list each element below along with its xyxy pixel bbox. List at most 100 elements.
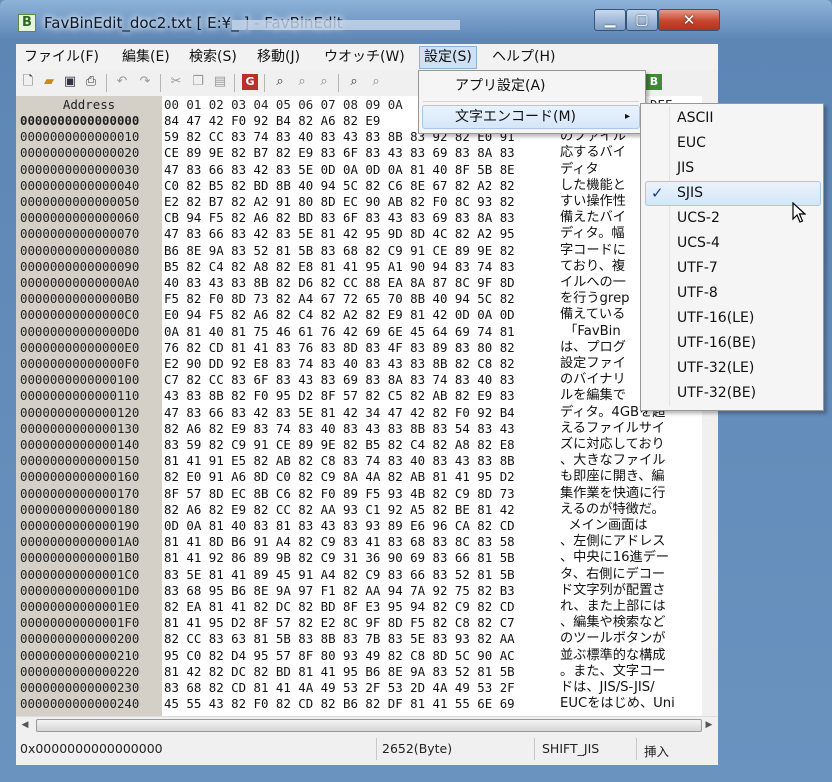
row-text[interactable]: 、中央に16進デー [560, 550, 669, 566]
row-text[interactable]: した機能と [560, 178, 626, 194]
row-hex[interactable]: E2 82 B7 82 A2 91 80 8D EC 90 AB 82 F0 8… [164, 194, 515, 210]
row-text[interactable]: メイン画面は [560, 518, 647, 534]
row-text[interactable]: 備えたバイ [560, 210, 626, 226]
row-hex[interactable]: B6 8E 9A 83 52 81 5B 83 68 82 C9 91 CE 8… [164, 243, 515, 259]
row-hex[interactable]: 81 41 8D B6 91 A4 82 C9 83 41 83 68 83 8… [164, 534, 515, 550]
menu-edit[interactable]: 編集(E) [118, 47, 174, 68]
table-row[interactable]: 0000000000000020 CE 89 9E 82 B7 82 E9 83 … [16, 145, 718, 161]
zoom2-icon[interactable]: ⌕ [368, 74, 384, 90]
zoom-icon[interactable]: ⌕ [346, 74, 362, 90]
row-hex[interactable]: 47 83 66 83 42 83 5E 81 42 34 47 42 82 F… [164, 405, 515, 421]
table-row[interactable]: 00000000000000F0 E2 90 DD 92 E8 83 74 83 … [16, 356, 718, 372]
table-row[interactable]: 0000000000000210 95 C0 82 D4 95 57 8F 80 … [16, 648, 718, 664]
row-text[interactable]: は、プログ [560, 340, 626, 356]
menu-move[interactable]: 移動(J) [253, 47, 304, 68]
table-row[interactable]: 00000000000001E0 82 EA 81 41 82 DC 82 BD … [16, 599, 718, 615]
menu-app-settings[interactable]: アプリ設定(A) [455, 74, 546, 98]
menu-watch[interactable]: ウオッチ(W) [320, 47, 409, 68]
encoding-utf32be[interactable]: UTF-32(BE) [677, 381, 756, 405]
table-row[interactable]: 0000000000000200 82 CC 83 63 81 5B 83 8B … [16, 631, 718, 647]
row-text[interactable]: のツールボタンが [560, 631, 666, 647]
row-hex[interactable]: 45 55 43 82 F0 82 CD 82 B6 82 DF 81 41 5… [164, 696, 515, 712]
row-hex[interactable]: 81 41 92 86 89 9B 82 C9 31 36 90 69 83 6… [164, 550, 515, 566]
row-hex[interactable]: 82 A6 82 E9 82 CC 82 AA 93 C1 92 A5 82 B… [164, 502, 515, 518]
table-row[interactable]: 0000000000000130 82 A6 82 E9 83 74 83 40 … [16, 421, 718, 437]
row-text[interactable]: ドは、JIS/S-JIS/ [560, 680, 655, 696]
row-text[interactable]: すい操作性 [560, 194, 626, 210]
table-row[interactable]: 00000000000000A0 40 83 43 83 8B 82 D6 82 … [16, 275, 718, 291]
row-text[interactable]: 、編集や検索など [560, 615, 666, 631]
row-text[interactable]: イルへの一 [560, 275, 626, 291]
encoding-euc[interactable]: EUC [677, 131, 706, 155]
row-hex[interactable]: F5 82 F0 8D 73 82 A4 67 72 65 70 8B 40 9… [164, 291, 515, 307]
row-hex[interactable]: 82 EA 81 41 82 DC 82 BD 8F E3 95 94 82 C… [164, 599, 515, 615]
encoding-jis[interactable]: JIS [677, 156, 694, 180]
row-text[interactable]: 備えている [560, 307, 625, 323]
row-hex[interactable]: 84 47 42 F0 92 B4 82 A6 82 E9 [164, 113, 380, 129]
table-row[interactable]: 0000000000000230 83 68 82 CD 81 41 4A 49 … [16, 680, 718, 696]
row-hex[interactable]: 81 41 91 E5 82 AB 82 C8 83 74 83 40 83 4… [164, 453, 515, 469]
table-row[interactable]: 00000000000001C0 83 5E 81 41 89 45 91 A4 … [16, 567, 718, 583]
row-text[interactable]: ド文字列が配置さ [560, 583, 666, 599]
close-button[interactable]: ✕ [658, 9, 720, 31]
row-text[interactable]: ており、複 [560, 259, 625, 275]
row-text[interactable]: 並ぶ標準的な構成 [560, 648, 666, 664]
row-text[interactable]: えるファイルサイ [560, 421, 665, 437]
row-hex[interactable]: 82 CC 83 63 81 5B 83 8B 83 7B 83 5E 83 9… [164, 631, 515, 647]
row-text[interactable]: 集作業を快適に行 [560, 486, 666, 502]
row-hex[interactable]: 40 83 43 83 8B 82 D6 82 CC 88 EA 8A 87 8… [164, 275, 515, 291]
encoding-ascii[interactable]: ASCII [677, 106, 714, 130]
print-icon[interactable]: ⎙ [83, 74, 99, 90]
table-row[interactable]: 0000000000000090 B5 82 C4 82 A8 82 E8 81 … [16, 259, 718, 275]
table-row[interactable]: 0000000000000240 45 55 43 82 F0 82 CD 82 … [16, 696, 718, 712]
encoding-utf8[interactable]: UTF-8 [677, 281, 718, 305]
row-text[interactable]: 字コードに [560, 243, 626, 259]
table-row[interactable]: 00000000000000E0 76 82 CD 81 41 83 76 83 … [16, 340, 718, 356]
row-hex[interactable]: 0A 81 40 81 75 46 61 76 42 69 6E 45 64 6… [164, 324, 515, 340]
table-row[interactable]: 0000000000000100 C7 82 CC 83 6F 83 43 83 … [16, 372, 718, 388]
menu-help[interactable]: ヘルプ(H) [488, 47, 559, 68]
table-row[interactable]: 0000000000000140 83 59 82 C9 91 CE 89 9E … [16, 437, 718, 453]
goto-icon[interactable]: G [242, 74, 258, 90]
row-hex[interactable]: 0D 0A 81 40 83 81 83 43 83 93 89 E6 96 C… [164, 518, 515, 534]
menu-file[interactable]: ファイル(F) [20, 47, 103, 68]
scroll-right-icon[interactable]: ▶ [702, 719, 716, 732]
table-row[interactable]: 0000000000000160 82 E0 91 A6 8D C0 82 C9 … [16, 469, 718, 485]
horizontal-scrollbar[interactable]: ◀ ▶ [16, 716, 718, 734]
row-text[interactable]: えるのが特徴だ。 [560, 502, 665, 518]
table-row[interactable]: 00000000000000B0 F5 82 F0 8D 73 82 A4 67 … [16, 291, 718, 307]
row-text[interactable]: 、左側にアドレス [560, 534, 666, 550]
row-hex[interactable]: B5 82 C4 82 A8 82 E8 81 41 95 A1 90 94 8… [164, 259, 515, 275]
table-row[interactable]: 00000000000001D0 83 68 95 B6 8E 9A 97 F1 … [16, 583, 718, 599]
row-text[interactable]: のバイナリ [560, 372, 626, 388]
table-row[interactable]: 00000000000001F0 81 41 95 D2 8F 57 82 E2 … [16, 615, 718, 631]
table-row[interactable]: 00000000000000C0 E0 94 F5 82 A6 82 C4 82 … [16, 307, 718, 323]
paste-icon[interactable]: ▤ [212, 74, 228, 90]
table-row[interactable]: 0000000000000110 43 83 8B 82 F0 95 D2 8F … [16, 388, 718, 404]
encoding-sjis[interactable]: SJIS [677, 181, 703, 205]
encoding-utf16le[interactable]: UTF-16(LE) [677, 306, 754, 330]
scroll-thumb[interactable] [36, 719, 702, 732]
save-icon[interactable]: ▣ [62, 74, 78, 90]
row-hex[interactable]: 81 41 95 D2 8F 57 82 E2 8C 9F 8D F5 82 C… [164, 615, 515, 631]
undo-icon[interactable]: ↶ [114, 74, 130, 90]
row-hex[interactable]: 47 83 66 83 42 83 5E 81 42 95 9D 8D 4C 8… [164, 226, 515, 242]
row-text[interactable]: ズに対応しており [560, 437, 665, 453]
table-row[interactable]: 0000000000000220 81 42 82 DC 82 BD 81 41 … [16, 664, 718, 680]
table-row[interactable]: 0000000000000040 C0 82 B5 82 BD 8B 40 94 … [16, 178, 718, 194]
table-row[interactable]: 0000000000000030 47 83 66 83 42 83 5E 0D … [16, 162, 718, 178]
row-hex[interactable]: 76 82 CD 81 41 83 76 83 8D 83 4F 83 89 8… [164, 340, 515, 356]
table-row[interactable]: 0000000000000180 82 A6 82 E9 82 CC 82 AA … [16, 502, 718, 518]
row-text[interactable]: ディタ。幅 [560, 226, 625, 242]
table-row[interactable]: 0000000000000050 E2 82 B7 82 A2 91 80 8D … [16, 194, 718, 210]
row-hex[interactable]: 83 68 95 B6 8E 9A 97 F1 82 AA 94 7A 92 7… [164, 583, 515, 599]
row-text[interactable]: タ、右側にデコー [560, 567, 665, 583]
row-hex[interactable]: 82 A6 82 E9 83 74 83 40 83 43 83 8B 83 5… [164, 421, 515, 437]
table-row[interactable]: 0000000000000060 CB 94 F5 82 A6 82 BD 83 … [16, 210, 718, 226]
row-hex[interactable]: E0 94 F5 82 A6 82 C4 82 A2 82 E9 81 42 0… [164, 307, 515, 323]
table-row[interactable]: 0000000000000170 8F 57 8D EC 8B C6 82 F0 … [16, 486, 718, 502]
row-text[interactable]: も即座に開き、編 [560, 469, 665, 485]
maximize-button[interactable]: ▢ [626, 9, 658, 31]
row-text[interactable]: 、大きなファイル [560, 453, 666, 469]
new-file-icon[interactable]: 🗋 [20, 74, 36, 90]
